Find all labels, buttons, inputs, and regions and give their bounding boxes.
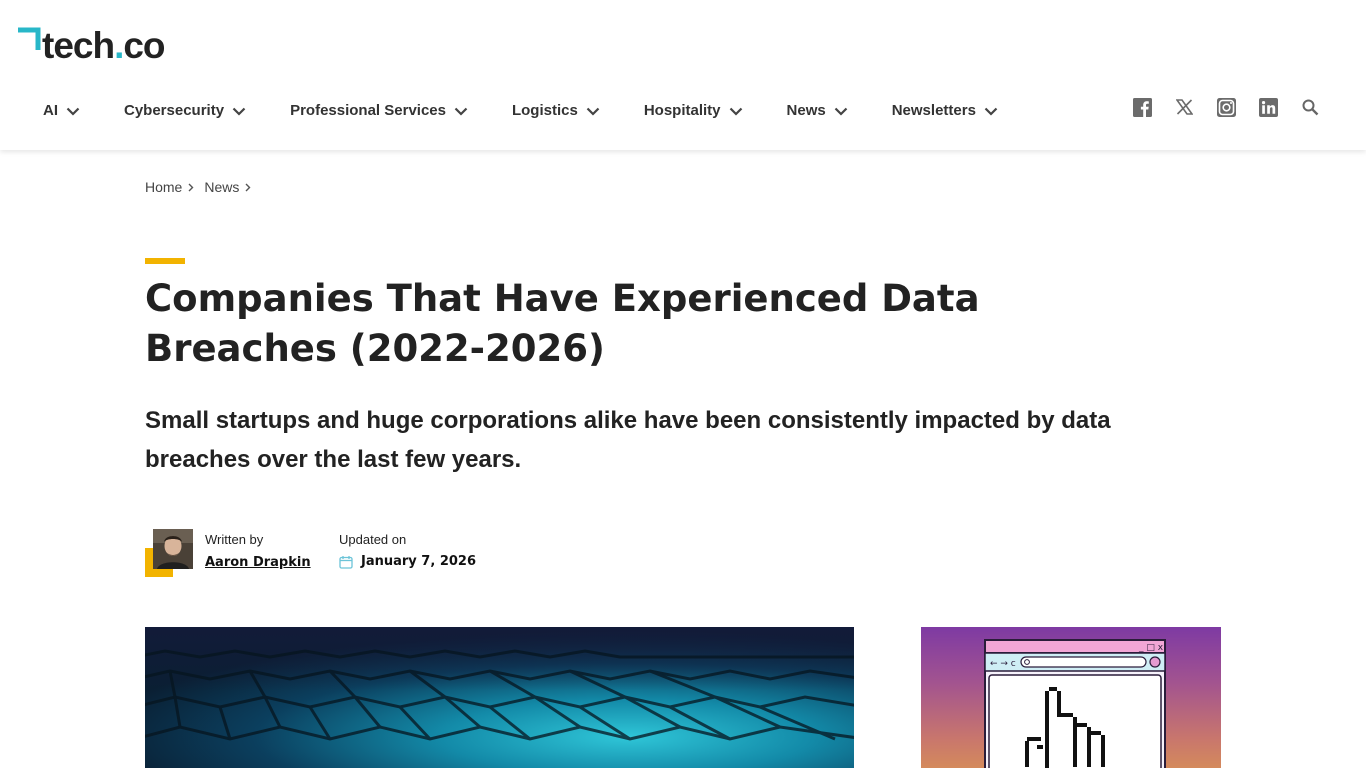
nav-item-logistics[interactable]: Logistics <box>512 102 600 119</box>
calendar-icon <box>339 555 353 569</box>
main-nav: AI Cybersecurity Professional Services L… <box>43 96 998 124</box>
author-link[interactable]: Aaron Drapkin <box>205 555 311 570</box>
breadcrumb: Home News <box>145 179 261 195</box>
nav-item-ai[interactable]: AI <box>43 102 80 119</box>
nav-item-news[interactable]: News <box>787 102 848 119</box>
nav-item-professional-services[interactable]: Professional Services <box>290 102 468 119</box>
chevron-down-icon <box>834 107 848 116</box>
sidebar-ad[interactable]: _ □ x ← → c <box>921 627 1221 768</box>
site-header: tech.co AI Cybersecurity Professional Se… <box>0 0 1366 150</box>
title-accent-bar <box>145 258 185 264</box>
nav-item-label: Cybersecurity <box>124 101 225 119</box>
facebook-icon[interactable] <box>1132 97 1152 117</box>
chevron-down-icon <box>66 107 80 116</box>
chevron-down-icon <box>454 107 468 116</box>
chevron-down-icon <box>586 107 600 116</box>
author-byline: Written by Aaron Drapkin <box>145 528 311 577</box>
chevron-down-icon <box>232 107 246 116</box>
updated-date: January 7, 2026 <box>361 554 476 569</box>
nav-item-label: News <box>786 101 826 119</box>
logo-text: tech.co <box>42 25 166 66</box>
nav-item-label: Professional Services <box>290 101 446 119</box>
x-icon[interactable] <box>1174 97 1194 117</box>
updated-label: Updated on <box>339 532 407 547</box>
logo-mark-icon <box>16 26 42 60</box>
nav-item-label: Hospitality <box>643 101 721 119</box>
nav-item-hospitality[interactable]: Hospitality <box>644 102 743 119</box>
breadcrumb-home-link[interactable]: Home <box>145 179 182 195</box>
chevron-down-icon <box>729 107 743 116</box>
chevron-down-icon <box>984 107 998 116</box>
article-subtitle: Small startups and huge corporations ali… <box>145 407 1111 473</box>
nav-item-label: Logistics <box>511 101 578 119</box>
nav-item-label: AI <box>43 101 58 119</box>
author-meta: Written by Aaron Drapkin <box>205 532 311 577</box>
site-logo[interactable]: tech.co <box>16 25 166 66</box>
page-title: Companies That Have Experienced Data Bre… <box>145 277 980 370</box>
hero-image <box>145 627 854 768</box>
chevron-right-icon <box>245 183 251 192</box>
social-links <box>1132 97 1320 117</box>
avatar[interactable] <box>153 529 193 569</box>
linkedin-icon[interactable] <box>1258 97 1278 117</box>
instagram-icon[interactable] <box>1216 97 1236 117</box>
svg-text:← → c: ← → c <box>990 659 1016 669</box>
breadcrumb-news-link[interactable]: News <box>204 179 239 195</box>
updated-meta: Updated on January 7, 2026 <box>339 532 476 572</box>
chevron-right-icon <box>188 183 194 192</box>
author-avatar-frame <box>145 528 193 577</box>
written-by-label: Written by <box>205 532 264 547</box>
search-icon[interactable] <box>1300 97 1320 117</box>
nav-item-cybersecurity[interactable]: Cybersecurity <box>124 102 246 119</box>
nav-item-label: Newsletters <box>891 101 976 119</box>
nav-item-newsletters[interactable]: Newsletters <box>892 102 998 119</box>
svg-text:_ □ x: _ □ x <box>1138 643 1164 653</box>
